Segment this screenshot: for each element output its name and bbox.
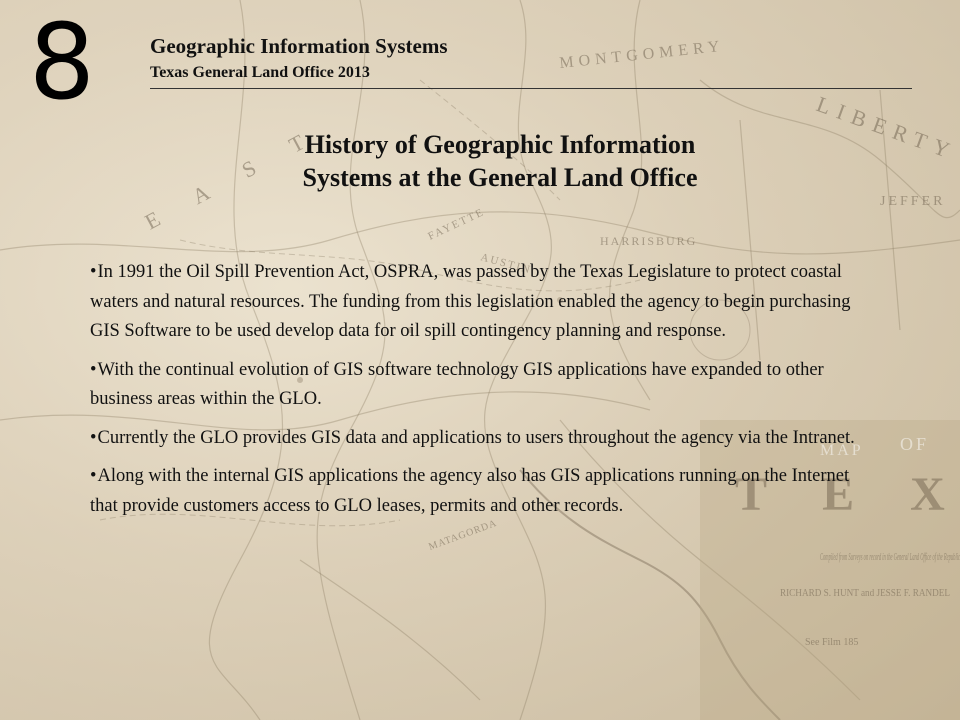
header-title: Geographic Information Systems [150, 34, 448, 58]
bullet-text: Along with the internal GIS applications… [90, 466, 850, 516]
bullet-text: With the continual evolution of GIS soft… [90, 359, 824, 410]
bullet-text: Currently the GLO provides GIS data and … [97, 427, 855, 448]
bullet-marker: • [90, 262, 97, 282]
map-label: See Film 185 [805, 637, 858, 648]
bullet-marker: • [90, 466, 97, 486]
map-label: Compiled from Surveys on record in the G… [820, 551, 960, 563]
slide: MONTGOMERY LIBERTY JEFFER HARRISBURG AUS… [0, 0, 960, 720]
bullet-marker: • [90, 359, 97, 380]
map-label: OF [900, 434, 929, 454]
map-label: LIBERTY [813, 91, 960, 165]
bullet-marker: • [90, 427, 97, 448]
slide-title: History of Geographic Information System… [200, 128, 800, 194]
slide-title-line-2: Systems at the General Land Office [302, 163, 698, 192]
bullet-list: •In 1991 the Oil Spill Prevention Act, O… [90, 258, 880, 530]
slide-title-line-1: History of Geographic Information [304, 130, 696, 159]
bullet-item: •Along with the internal GIS application… [90, 462, 880, 521]
bullet-item: •In 1991 the Oil Spill Prevention Act, O… [90, 258, 880, 347]
slide-number: 8 [28, 1, 96, 123]
map-label: FAYETTE [426, 206, 486, 243]
header-subtitle: Texas General Land Office 2013 [150, 64, 370, 81]
map-label: HARRISBURG [600, 234, 697, 248]
header-divider [150, 88, 912, 89]
map-label: JEFFER [880, 194, 945, 209]
map-label: RICHARD S. HUNT and JESSE F. RANDEL [780, 587, 950, 599]
bullet-item: •With the continual evolution of GIS sof… [90, 356, 880, 415]
bullet-item: •Currently the GLO provides GIS data and… [90, 424, 880, 454]
map-label: MONTGOMERY [559, 38, 725, 72]
bullet-text: In 1991 the Oil Spill Prevention Act, OS… [90, 262, 851, 341]
